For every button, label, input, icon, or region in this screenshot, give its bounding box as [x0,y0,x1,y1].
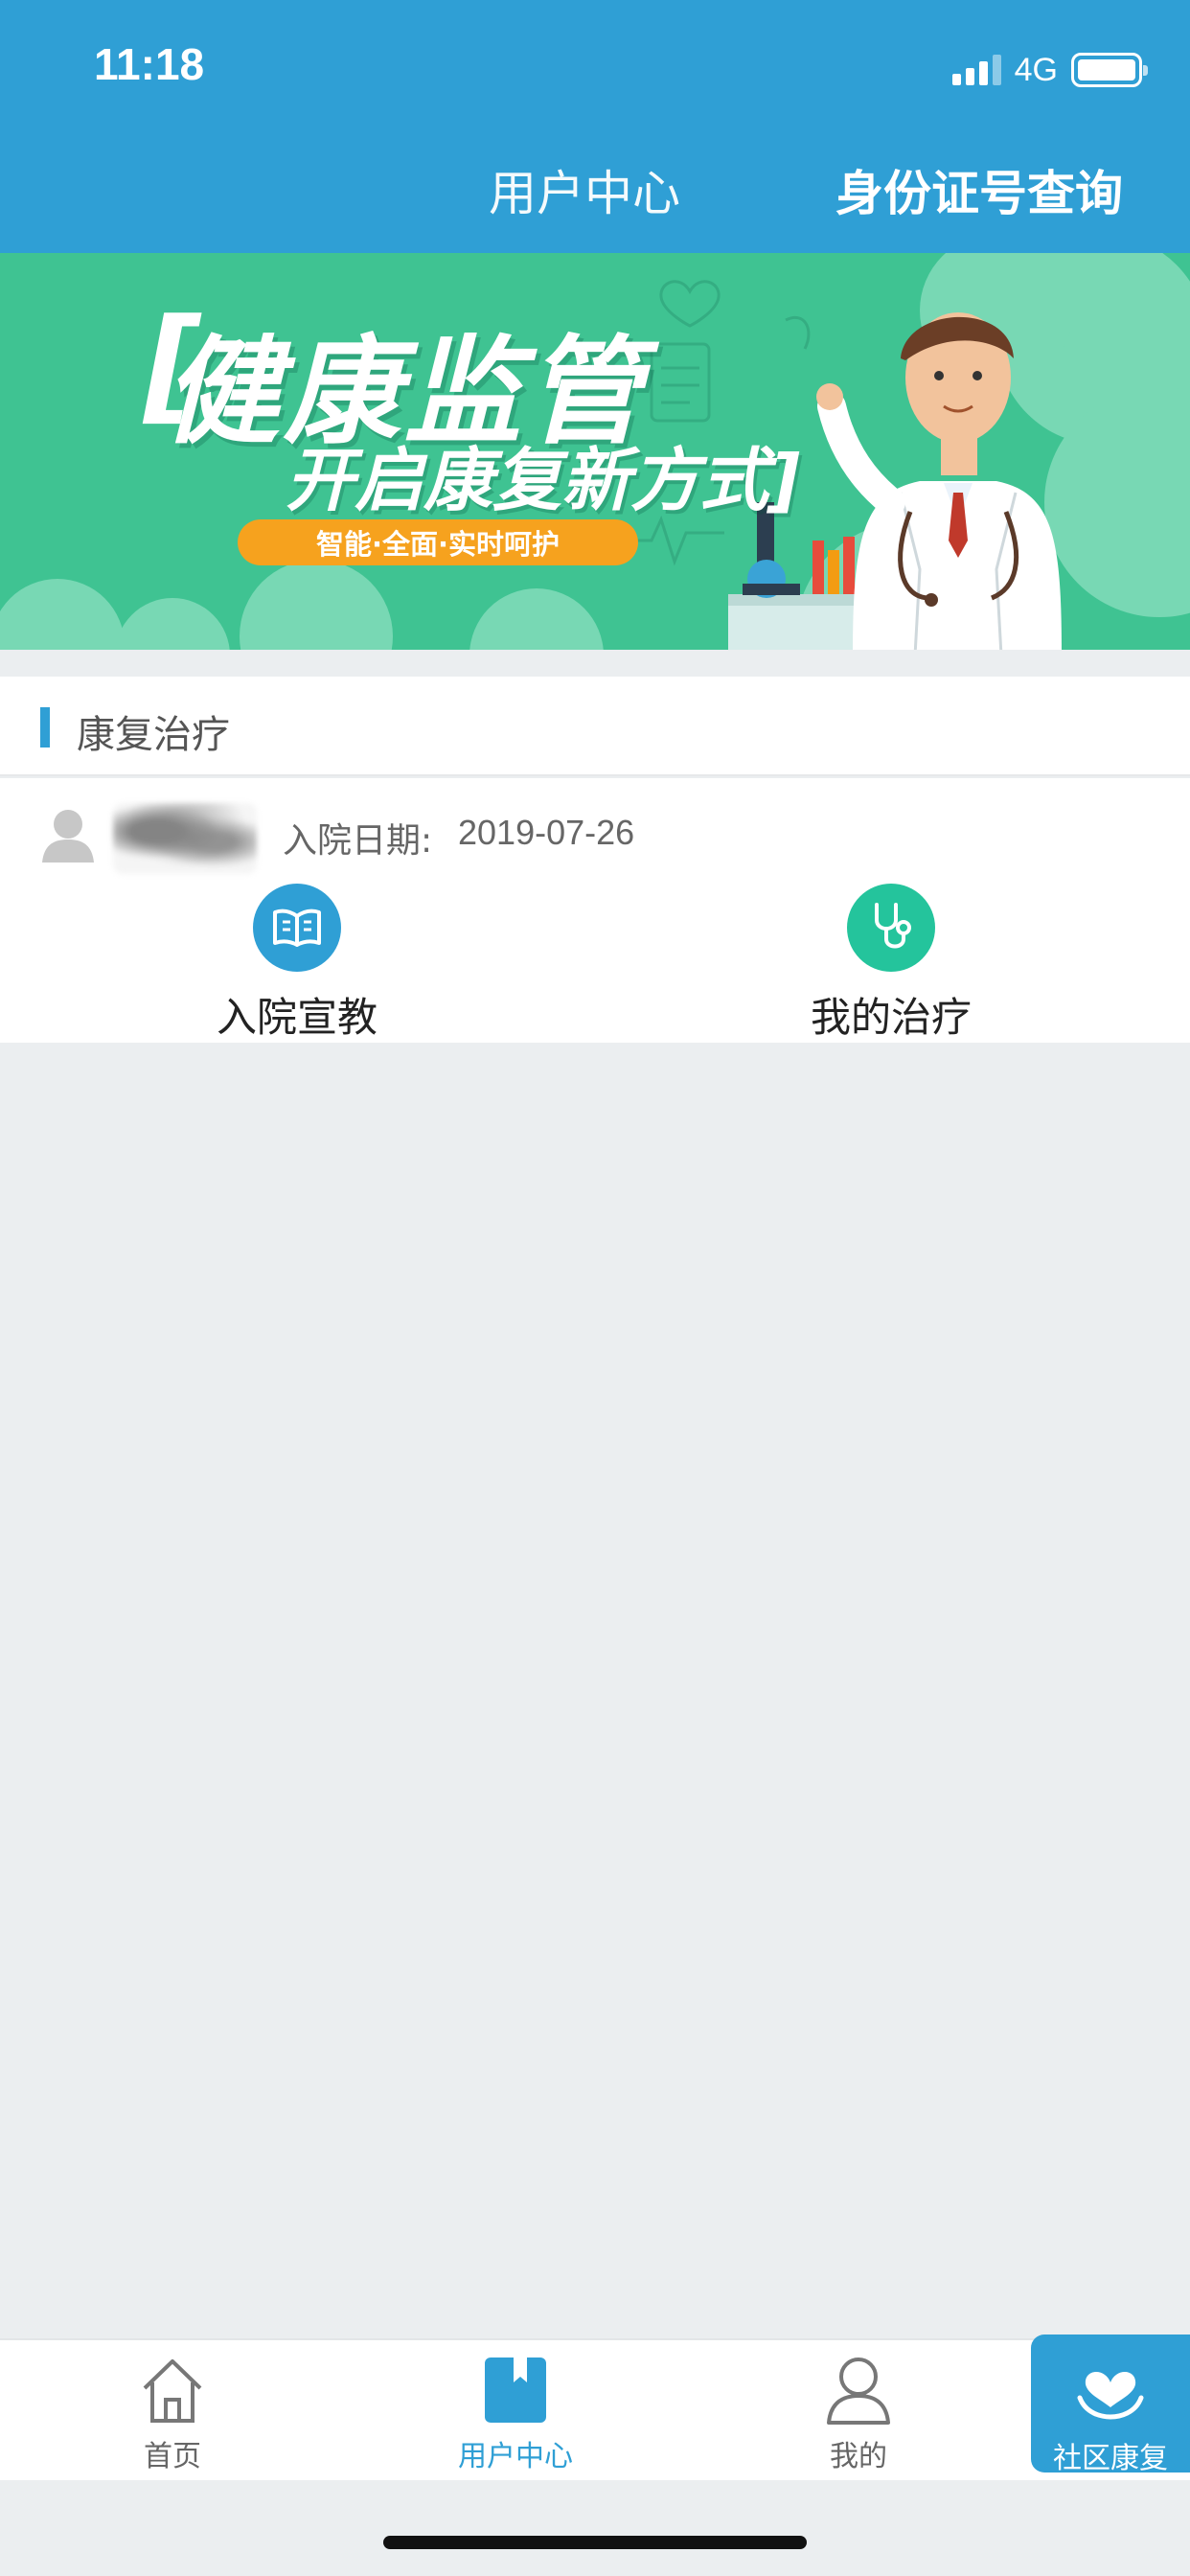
person-icon [753,2352,964,2428]
admission-education-button[interactable]: 入院宣教 [153,884,441,1041]
tab-mine-label: 我的 [830,2440,887,2473]
tab-user-center-bottom[interactable]: 用户中心 [410,2352,621,2474]
home-icon [67,2352,278,2428]
admission-education-label: 入院宣教 [216,994,378,1041]
banner-tagline: 智能·全面·实时呵护 [238,519,638,565]
tab-user-center[interactable]: 用户中心 [489,155,680,224]
battery-icon [1071,53,1148,87]
stethoscope-icon [847,884,935,972]
tab-home[interactable]: 首页 [67,2352,278,2474]
tab-community-rehab-label: 社区康复 [1053,2442,1168,2475]
admission-date-value: 2019-07-26 [458,813,635,852]
avatar-icon [42,810,94,862]
app-header: 11:18 4G 用户中心 身份证号查询 [0,0,1190,253]
tab-mine[interactable]: 我的 [753,2352,964,2474]
heart-hands-icon [1031,2352,1190,2428]
tab-user-center-label: 用户中心 [458,2440,573,2473]
section-accent-bar [40,707,50,748]
bookmark-book-icon [410,2352,621,2428]
admission-date-label: 入院日期: [283,821,433,861]
rehab-section-header: 康复治疗 [0,677,1190,776]
bottom-tab-bar: 首页 用户中心 我的 [0,2338,1190,2480]
tab-id-query[interactable]: 身份证号查询 [835,155,1123,224]
my-treatment-button[interactable]: 我的治疗 [747,884,1035,1041]
my-treatment-label: 我的治疗 [810,994,972,1041]
health-banner[interactable]: [ 健康监管 开启康复新方式] 智能·全面·实时呵护 [0,253,1190,650]
signal-icon [951,55,1001,85]
tab-home-label: 首页 [144,2440,201,2473]
network-type: 4G [1014,51,1058,88]
banner-subtitle: 开启康复新方式] [286,440,800,520]
status-time: 11:18 [94,39,205,89]
patient-name-redacted [113,803,257,874]
patient-record-card: 入院日期: 2019-07-26 入院宣教 我的治疗 [0,778,1190,1043]
home-indicator[interactable] [383,2536,807,2549]
book-icon [253,884,341,972]
status-indicators: 4G [951,48,1148,92]
tab-community-rehab[interactable]: 社区康复 [1031,2334,1190,2475]
section-title: 康复治疗 [77,713,230,757]
